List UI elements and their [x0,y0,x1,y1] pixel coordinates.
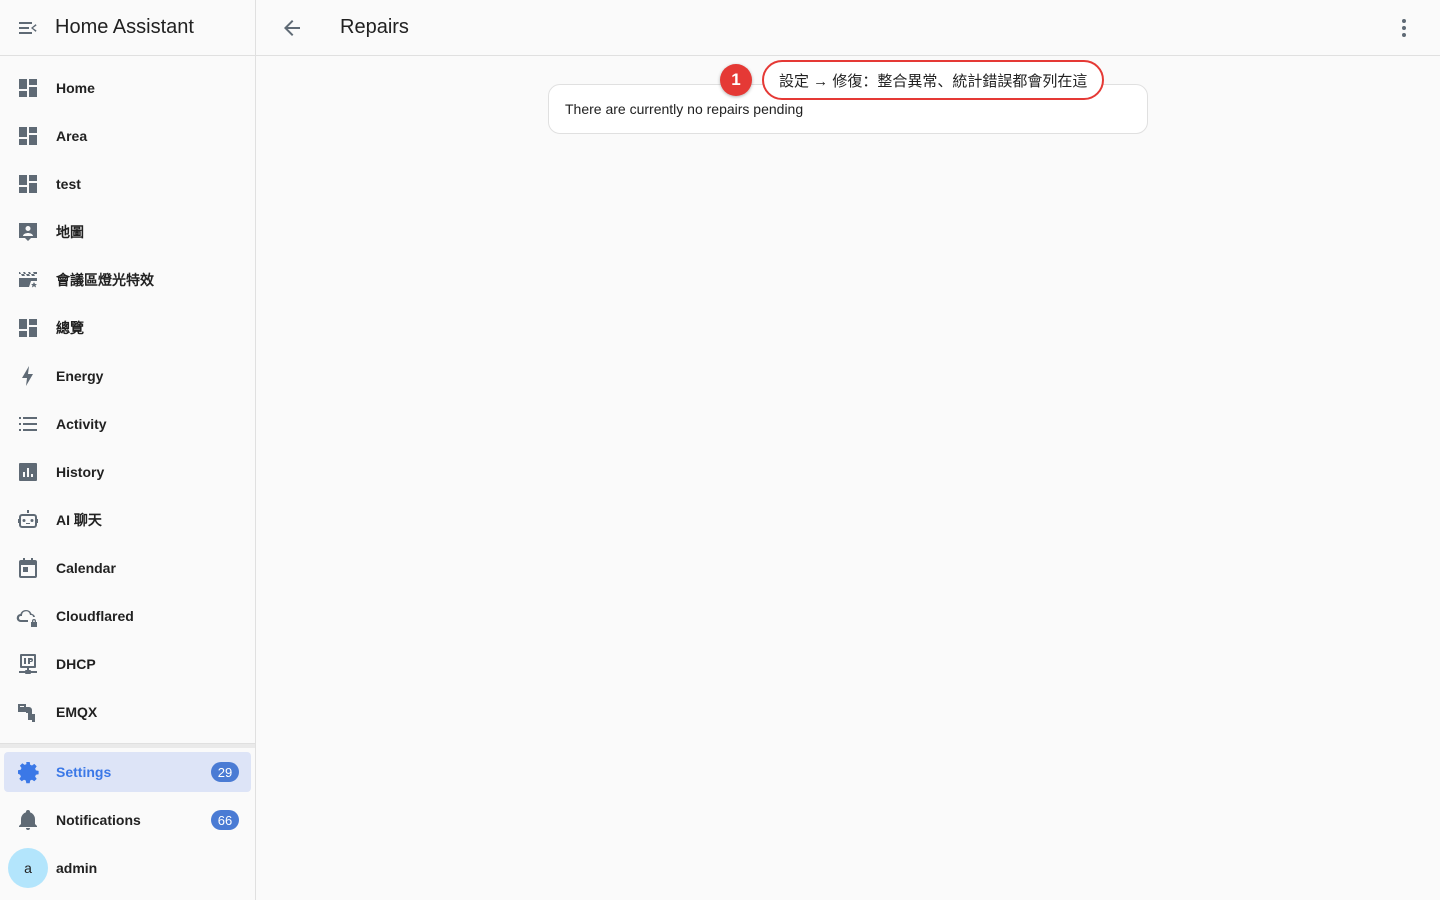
sidebar-item-settings[interactable]: Settings 29 [4,752,251,792]
annotation-number-badge: 1 [720,64,752,96]
back-arrow-icon[interactable] [280,16,304,40]
sidebar-item-label: Activity [56,416,107,432]
annotation-callout: 設定 → 修復：整合異常、統計錯誤都會列在這 [762,60,1105,100]
sidebar-item-emqx[interactable]: EMQX [4,688,251,736]
page-title: Repairs [340,16,409,38]
calendar-icon [16,556,40,580]
sidebar-item-area[interactable]: Area [4,112,251,160]
avatar: a [8,848,48,888]
sidebar-item-home[interactable]: Home [4,64,251,112]
sidebar-item-label: EMQX [56,704,98,720]
sidebar-item-calendar[interactable]: Calendar [4,544,251,592]
sidebar-item-test[interactable]: test [4,160,251,208]
sidebar-item-lighting-effects[interactable]: 會議區燈光特效 [4,256,251,304]
nav-list: Home Area test 地圖 會議區燈光特效 總覽 Energy Acti… [0,56,255,736]
robot-icon [16,508,40,532]
annotation-text: 設定 → 修復：整合異常、統計錯誤都會列在這 [779,72,1088,90]
sidebar-bottom: Settings 29 Notifications 66 a admin [0,750,255,892]
sidebar-item-label: test [56,176,81,192]
pipe-icon [16,700,40,724]
settings-badge: 29 [211,762,239,782]
menu-collapse-icon[interactable] [16,16,40,40]
sidebar-divider [0,743,255,748]
sidebar-item-user[interactable]: a admin [4,844,251,892]
sidebar-item-label: Settings [56,764,112,780]
sidebar-item-notifications[interactable]: Notifications 66 [4,796,251,844]
bell-icon [16,808,40,832]
dashboard-icon [16,316,40,340]
empty-message: There are currently no repairs pending [565,101,804,117]
sidebar-item-overview[interactable]: 總覽 [4,304,251,352]
sidebar-item-dhcp[interactable]: DHCP [4,640,251,688]
chart-box-icon [16,460,40,484]
sidebar-item-label: AI 聊天 [56,512,102,528]
sidebar-item-cloudflared[interactable]: Cloudflared [4,592,251,640]
app-title: Home Assistant [55,16,194,38]
sidebar-header: Home Assistant [0,0,255,56]
dashboard-icon [16,76,40,100]
sidebar-item-label: Notifications [56,812,141,828]
cloud-lock-icon [16,604,40,628]
movie-star-icon [16,268,40,292]
sidebar-item-ai-chat[interactable]: AI 聊天 [4,496,251,544]
sidebar: Home Assistant Home Area test 地圖 會議區燈光特效… [0,0,256,900]
sidebar-item-label: admin [56,860,98,876]
map-account-icon [16,220,40,244]
sidebar-item-label: Home [56,80,95,96]
notifications-badge: 66 [211,810,239,830]
more-vert-icon[interactable] [1392,16,1416,40]
ip-network-icon [16,652,40,676]
sidebar-item-label: Energy [56,368,104,384]
dashboard-icon [16,124,40,148]
sidebar-item-label: Calendar [56,560,116,576]
sidebar-item-label: DHCP [56,656,96,672]
sidebar-item-map[interactable]: 地圖 [4,208,251,256]
gear-icon [16,760,40,784]
sidebar-item-label: 會議區燈光特效 [56,272,154,288]
sidebar-item-label: Cloudflared [56,608,134,624]
sidebar-item-label: History [56,464,105,480]
sidebar-item-label: 總覽 [56,320,84,336]
lightning-icon [16,364,40,388]
sidebar-item-activity[interactable]: Activity [4,400,251,448]
sidebar-item-energy[interactable]: Energy [4,352,251,400]
sidebar-item-history[interactable]: History [4,448,251,496]
dashboard-icon [16,172,40,196]
sidebar-item-label: Area [56,128,88,144]
top-bar: Repairs [256,0,1440,56]
sidebar-item-label: 地圖 [56,224,84,240]
format-list-icon [16,412,40,436]
